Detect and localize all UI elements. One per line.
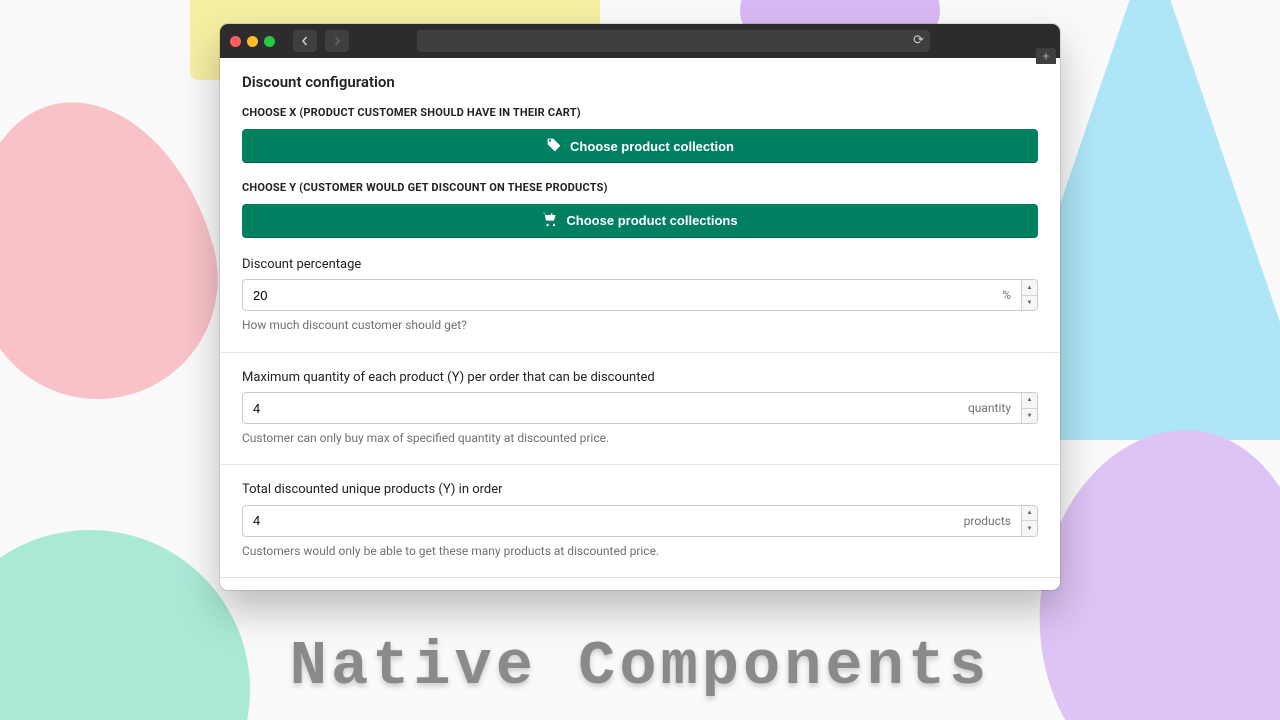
max-qty-each-suffix: quantity	[958, 393, 1021, 423]
decor-blob-pink	[0, 74, 245, 426]
address-bar[interactable]: ⟳	[417, 30, 930, 52]
stepper-down-icon[interactable]: ▼	[1022, 296, 1037, 311]
stepper-up-icon[interactable]: ▲	[1022, 280, 1037, 296]
discount-percentage-input[interactable]	[243, 280, 992, 310]
minimize-window-button[interactable]	[247, 36, 258, 47]
unique-products-help: Customers would only be able to get thes…	[242, 543, 1038, 559]
max-qty-each-help: Customer can only buy max of specified q…	[242, 430, 1038, 446]
unique-products-suffix: products	[954, 506, 1021, 536]
max-qty-each-field[interactable]: quantity ▲ ▼	[242, 392, 1038, 424]
discount-percentage-help: How much discount customer should get?	[242, 317, 1038, 333]
unique-products-label: Total discounted unique products (Y) in …	[242, 481, 1038, 499]
stepper-up-icon[interactable]: ▲	[1022, 506, 1037, 522]
choose-x-label: CHOOSE X (PRODUCT CUSTOMER SHOULD HAVE I…	[242, 106, 1038, 121]
unique-products-field[interactable]: products ▲ ▼	[242, 505, 1038, 537]
new-tab-button[interactable]: +	[1036, 48, 1056, 64]
choose-y-collections-button[interactable]: Choose product collections	[242, 204, 1038, 238]
unique-products-input[interactable]	[243, 506, 954, 536]
divider	[220, 577, 1060, 578]
browser-window: ⟳ + Discount configuration CHOOSE X (PRO…	[220, 24, 1060, 590]
back-button[interactable]	[293, 30, 317, 52]
choose-y-label: CHOOSE Y (CUSTOMER WOULD GET DISCOUNT ON…	[242, 181, 1038, 196]
discount-percentage-stepper[interactable]: ▲ ▼	[1021, 280, 1037, 310]
page-title: Discount configuration	[242, 72, 1038, 92]
forward-button[interactable]	[325, 30, 349, 52]
discount-percentage-field[interactable]: % ▲ ▼	[242, 279, 1038, 311]
stepper-up-icon[interactable]: ▲	[1022, 393, 1037, 409]
max-qty-each-label: Maximum quantity of each product (Y) per…	[242, 369, 1038, 387]
max-qty-each-input[interactable]	[243, 393, 958, 423]
max-qty-each-stepper[interactable]: ▲ ▼	[1021, 393, 1037, 423]
discount-percentage-suffix: %	[992, 280, 1021, 310]
page-content: Discount configuration CHOOSE X (PRODUCT…	[220, 58, 1060, 590]
divider	[220, 464, 1060, 465]
reload-icon[interactable]: ⟳	[913, 33, 924, 48]
add-to-cart-icon	[542, 211, 558, 230]
browser-title-bar: ⟳ +	[220, 24, 1060, 58]
choose-x-collection-button[interactable]: Choose product collection	[242, 129, 1038, 163]
unique-products-stepper[interactable]: ▲ ▼	[1021, 506, 1037, 536]
traffic-lights	[230, 36, 275, 47]
close-window-button[interactable]	[230, 36, 241, 47]
price-tag-icon	[546, 137, 562, 156]
choose-x-button-label: Choose product collection	[570, 139, 734, 154]
discount-percentage-label: Discount percentage	[242, 256, 1038, 274]
maximize-window-button[interactable]	[264, 36, 275, 47]
stepper-down-icon[interactable]: ▼	[1022, 409, 1037, 424]
choose-y-button-label: Choose product collections	[566, 213, 737, 228]
caption-text: Native Components	[0, 631, 1280, 702]
divider	[220, 352, 1060, 353]
stepper-down-icon[interactable]: ▼	[1022, 521, 1037, 536]
